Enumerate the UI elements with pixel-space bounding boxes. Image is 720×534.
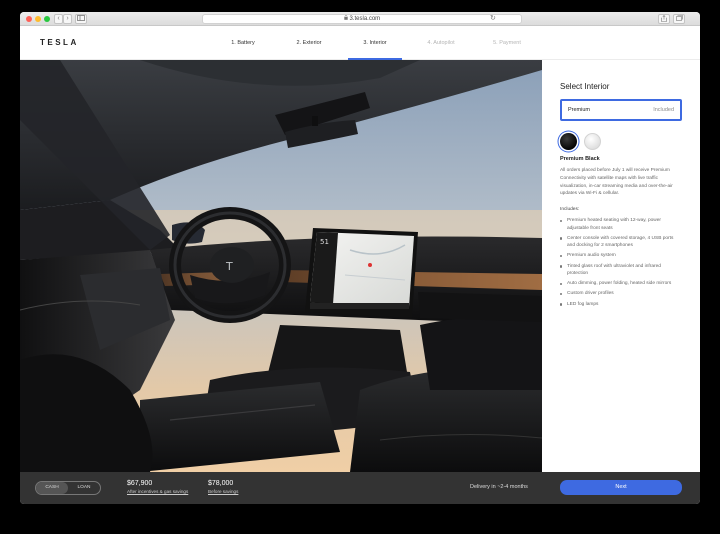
feature-list: Premium heated seating with 12-way, powe… [560,217,682,308]
tabs-overview-icon[interactable] [673,14,685,24]
back-button[interactable]: ‹ [54,14,63,24]
address-bar[interactable]: 3.tesla.com [202,14,522,24]
svg-text:T: T [225,260,233,273]
price-before-amount: $78,000 [208,480,234,487]
feature-item: Premium heated seating with 12-way, powe… [560,217,682,232]
step-autopilot[interactable]: 4. Autopilot [408,26,474,60]
price-after-savings: $67,900 After incentives & gas savings [127,480,188,494]
feature-item: LED fog lamps [560,301,682,308]
connectivity-description: All orders placed before July 1 will rec… [560,168,673,197]
configurator-steps: 1. Battery 2. Exterior 3. Interior 4. Au… [210,26,540,60]
step-interior[interactable]: 3. Interior [342,26,408,60]
swatch-premium-black[interactable] [560,133,577,150]
forward-button[interactable]: › [63,14,72,24]
selected-interior-name: Premium Black [560,156,600,162]
step-battery[interactable]: 1. Battery [210,26,276,60]
feature-item: Auto dimming, power folding, heated side… [560,280,682,287]
option-price-note: Included [653,107,674,113]
share-icon[interactable] [658,14,670,24]
feature-item: Tinted glass roof with ultraviolet and i… [560,263,682,278]
feature-item: Premium audio system [560,252,682,259]
delivery-estimate: Delivery in ~2-4 months [470,484,528,490]
price-after-amount: $67,900 [127,480,153,487]
includes-heading: Includes: [560,207,580,213]
price-after-label-link[interactable]: After incentives & gas savings [127,489,188,494]
summary-footer: CASH LOAN $67,900 After incentives & gas… [20,472,700,504]
zoom-window-button[interactable] [44,16,50,22]
payment-option-loan[interactable]: LOAN [68,482,100,494]
feature-item: Custom driver profiles [560,290,682,297]
browser-window: ‹ › 3.tesla.com ↻ TESLA 1. Battery 2. Ex… [20,12,700,504]
feature-item: Center console with covered storage, 4 U… [560,235,682,250]
browser-toolbar: ‹ › 3.tesla.com ↻ [20,12,700,26]
close-window-button[interactable] [26,16,32,22]
url-text: 3.tesla.com [349,16,381,22]
payment-option-cash[interactable]: CASH [36,482,68,494]
step-exterior[interactable]: 2. Exterior [276,26,342,60]
next-button[interactable]: Next [560,480,682,495]
sidebar-toggle-icon[interactable] [75,14,87,24]
step-payment[interactable]: 5. Payment [474,26,540,60]
svg-text:51: 51 [320,238,329,246]
tesla-logo[interactable]: TESLA [40,38,79,47]
reload-icon[interactable]: ↻ [490,14,496,24]
payment-toggle: CASH LOAN [35,481,101,495]
interior-option-premium[interactable]: Premium Included [560,99,682,121]
interior-image: 51 T [20,60,542,472]
price-before-label-link[interactable]: Before savings [208,489,238,494]
color-swatches [560,133,682,150]
site-header: TESLA 1. Battery 2. Exterior 3. Interior… [20,26,700,60]
car-interior-illustration: 51 T [20,60,542,472]
panel-title: Select Interior [560,82,610,91]
swatch-premium-white[interactable] [584,133,601,150]
minimize-window-button[interactable] [35,16,41,22]
interior-options-panel: Select Interior Premium Included Premium… [542,60,700,472]
option-name: Premium [568,107,591,113]
price-before-savings: $78,000 Before savings [208,480,238,494]
